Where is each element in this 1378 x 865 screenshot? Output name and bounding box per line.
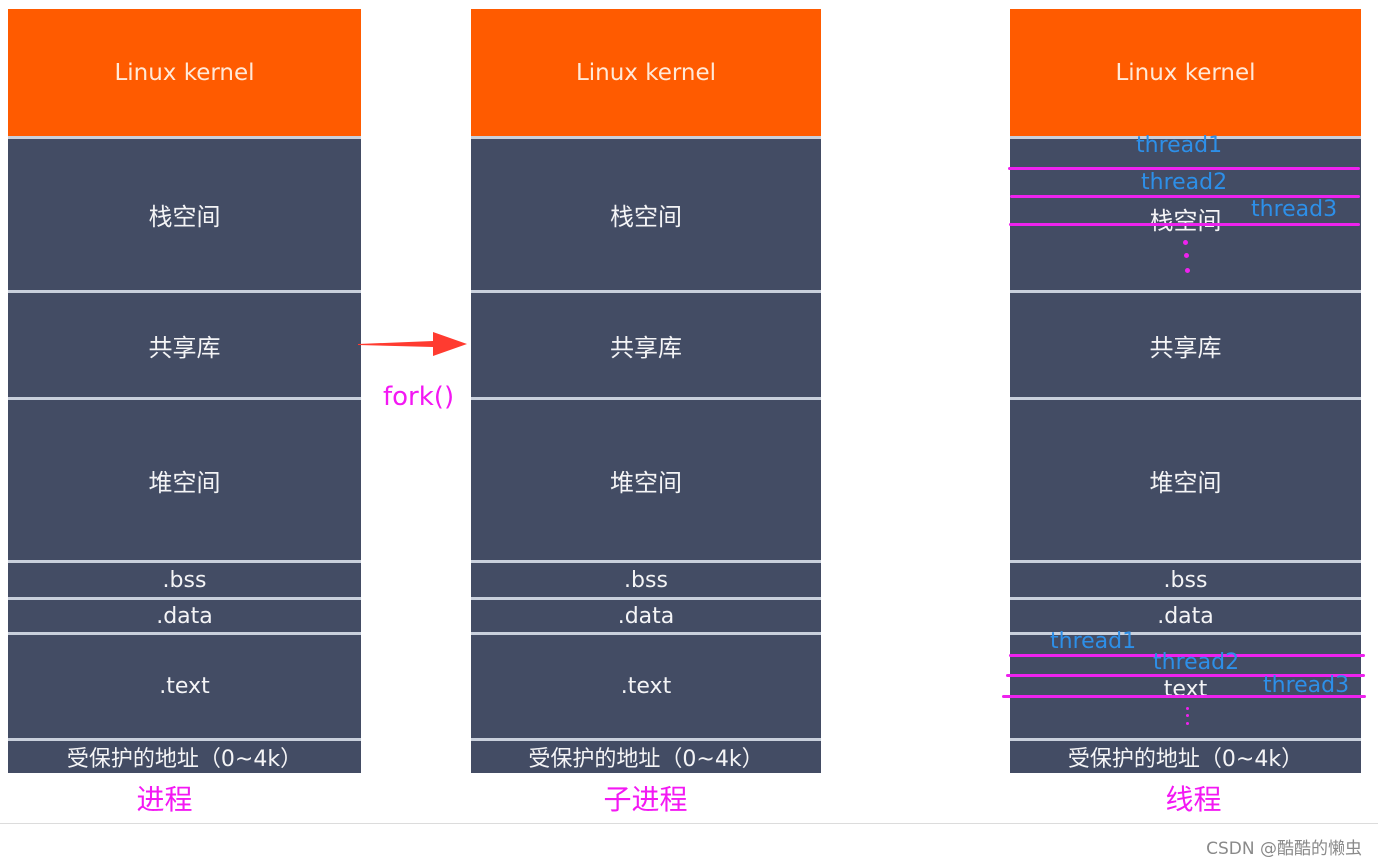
fork-label: fork() bbox=[383, 382, 455, 412]
watermark: CSDN @酷酷的懒虫 bbox=[1206, 839, 1362, 859]
text-ellipsis-dot bbox=[1186, 722, 1189, 725]
segment-shared-lib: 共享库 bbox=[471, 290, 821, 397]
segment-heap: 堆空间 bbox=[471, 397, 821, 560]
segment-data: .data bbox=[471, 597, 821, 632]
segment-shared-lib: 共享库 bbox=[8, 290, 361, 397]
segment-data: .data bbox=[8, 597, 361, 632]
segment-linux-kernel: Linux kernel bbox=[8, 9, 361, 136]
text-thread1-label: thread1 bbox=[1050, 629, 1137, 654]
segment-linux-kernel: Linux kernel bbox=[471, 9, 821, 136]
segment-text: .text bbox=[8, 632, 361, 738]
segment-linux-kernel: Linux kernel bbox=[1010, 9, 1361, 136]
segment-text: .text bbox=[471, 632, 821, 738]
segment-stack: 栈空间 bbox=[471, 136, 821, 290]
segment-protected: 受保护的地址（0~4k） bbox=[8, 738, 361, 773]
segment-stack: 栈空间 bbox=[8, 136, 361, 290]
text-ellipsis-dot bbox=[1186, 714, 1189, 717]
text-thread2-label: thread2 bbox=[1153, 650, 1240, 675]
segment-protected: 受保护的地址（0~4k） bbox=[471, 738, 821, 773]
segment-bss: .bss bbox=[1010, 560, 1361, 597]
text-thread3-line bbox=[1002, 695, 1366, 698]
segment-bss: .bss bbox=[8, 560, 361, 597]
stack-ellipsis-dot bbox=[1184, 253, 1189, 258]
caption-thread: 线程 bbox=[1165, 783, 1222, 816]
stack-thread2-label: thread2 bbox=[1141, 170, 1228, 195]
text-ellipsis-dot bbox=[1186, 707, 1189, 710]
segment-protected: 受保护的地址（0~4k） bbox=[1010, 738, 1361, 773]
stack-ellipsis-dot bbox=[1183, 240, 1188, 245]
segment-bss: .bss bbox=[471, 560, 821, 597]
segment-heap: 堆空间 bbox=[1010, 397, 1361, 560]
footer-divider bbox=[0, 823, 1378, 824]
stack-thread1-label: thread1 bbox=[1136, 133, 1223, 158]
stack-thread3-label: thread3 bbox=[1251, 197, 1338, 222]
segment-shared-lib: 共享库 bbox=[1010, 290, 1361, 397]
stack-thread3-line bbox=[1009, 223, 1360, 226]
caption-child-process: 子进程 bbox=[603, 783, 688, 816]
segment-heap: 堆空间 bbox=[8, 397, 361, 560]
stack-ellipsis-dot bbox=[1185, 268, 1190, 273]
segment-data: .data bbox=[1010, 597, 1361, 632]
fork-arrow-icon bbox=[358, 332, 467, 356]
caption-process: 进程 bbox=[136, 783, 193, 816]
